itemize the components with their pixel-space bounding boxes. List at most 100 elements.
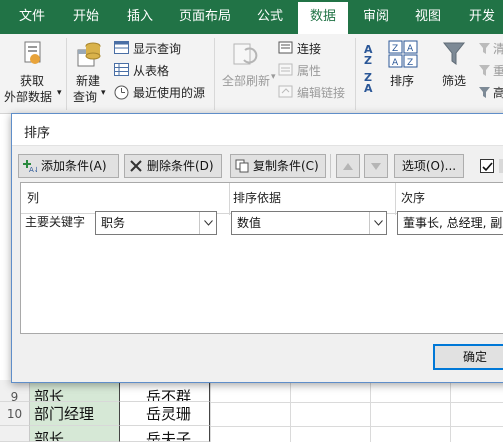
row-header-10[interactable]: 10: [0, 402, 30, 426]
show-queries-button[interactable]: 显示查询: [133, 40, 181, 57]
order-header: 次序: [401, 191, 426, 205]
cell-name[interactable]: 岳夫子: [120, 426, 210, 442]
svg-text:A: A: [392, 58, 399, 68]
toolbar-separator: [330, 154, 331, 178]
filter-button[interactable]: 筛选: [442, 72, 466, 89]
options-label: 选项(O)...: [401, 159, 457, 173]
ok-button[interactable]: 确定: [433, 344, 503, 370]
dialog-title: 排序: [24, 126, 51, 141]
cell-position[interactable]: 部门经理: [30, 402, 120, 426]
tab-insert[interactable]: 插入: [114, 0, 166, 34]
move-up-icon: [343, 163, 353, 170]
advanced-filter-icon: [479, 87, 490, 98]
cell-position[interactable]: 部长: [30, 426, 120, 442]
chevron-down-icon[interactable]: [369, 212, 386, 234]
recent-sources-button[interactable]: 最近使用的源: [133, 84, 205, 101]
svg-text:A: A: [407, 44, 414, 54]
new-query-label-2[interactable]: 查询: [73, 88, 97, 105]
properties-button[interactable]: 属性: [297, 62, 321, 79]
ribbon-separator: [214, 38, 215, 110]
add-level-label: 添加条件(A): [41, 159, 107, 173]
edit-links-icon: [278, 85, 293, 98]
from-table-button[interactable]: 从表格: [133, 62, 169, 79]
checkmark-icon: [482, 162, 493, 172]
get-external-data-label-2[interactable]: 外部数据: [4, 88, 52, 105]
delete-level-button[interactable]: 删除条件(D): [124, 154, 222, 178]
clear-button[interactable]: 清: [493, 40, 503, 57]
order-select[interactable]: 董事长, 总经理, 副总: [397, 211, 503, 235]
order-value: 董事长, 总经理, 副总: [403, 216, 503, 230]
headers-checkbox-label: [499, 159, 503, 173]
sort-column-select[interactable]: 职务: [95, 211, 217, 235]
new-query-icon: [77, 42, 101, 67]
sort-icon: Z A A Z: [388, 40, 418, 68]
svg-text:Z: Z: [407, 58, 413, 68]
column-divider: [229, 183, 230, 215]
cell-name[interactable]: 岳灵珊: [120, 402, 210, 426]
sort-button[interactable]: 排序: [390, 72, 414, 89]
clear-filter-icon: [479, 43, 490, 54]
reapply-button[interactable]: 重: [493, 62, 503, 79]
sort-dialog: 排序 A↓ 添加条件(A) 删除条件(D) 复制条件(C) 选项(O)... 列…: [11, 113, 503, 383]
sort-levels-table: 列 排序依据 次序 主要关键字 职务 数值 董事长, 总经理, 副总: [20, 182, 503, 334]
options-button[interactable]: 选项(O)...: [394, 154, 464, 178]
gridline: [370, 380, 371, 442]
copy-level-button[interactable]: 复制条件(C): [230, 154, 326, 178]
recent-sources-icon: [114, 85, 129, 100]
move-down-button[interactable]: [364, 154, 388, 178]
tab-page-layout[interactable]: 页面布局: [168, 0, 242, 34]
ribbon-separator: [355, 38, 356, 110]
cell-name[interactable]: 岳不群: [120, 380, 210, 402]
add-level-icon: A↓: [23, 160, 37, 173]
dropdown-icon[interactable]: ▾: [57, 88, 62, 98]
ribbon-data: 获取 外部数据 ▾ 新建 查询 ▾ 显示查询 从表格 最近使用的源 全部刷新 ▾…: [0, 34, 503, 114]
tab-formulas[interactable]: 公式: [246, 0, 294, 34]
advanced-button[interactable]: 高: [493, 84, 503, 101]
sort-az-icon[interactable]: AZ: [364, 44, 373, 66]
gridline: [290, 380, 291, 442]
new-query-label-1[interactable]: 新建: [76, 72, 100, 89]
refresh-all-button[interactable]: 全部刷新: [222, 72, 270, 89]
connections-icon: [278, 41, 293, 54]
delete-level-label: 删除条件(D): [147, 159, 214, 173]
get-external-data-label-1[interactable]: 获取: [20, 72, 44, 89]
ribbon-separator: [66, 38, 67, 110]
reapply-icon: [479, 65, 490, 76]
tab-data[interactable]: 数据: [298, 2, 348, 34]
dropdown-icon[interactable]: ▾: [101, 88, 106, 98]
show-queries-icon: [114, 41, 129, 54]
gridline: [210, 426, 503, 427]
column-divider: [395, 183, 396, 215]
excel-window: 文件 开始 插入 页面布局 公式 数据 审阅 视图 开发 获取 外部数据 ▾ 新…: [0, 0, 503, 442]
sort-za-icon[interactable]: ZA: [364, 72, 373, 94]
move-up-button[interactable]: [336, 154, 360, 178]
refresh-all-icon: [233, 43, 258, 65]
ribbon-tab-bar: 文件 开始 插入 页面布局 公式 数据 审阅 视图 开发: [0, 0, 503, 34]
move-down-icon: [371, 163, 381, 170]
from-table-icon: [114, 63, 129, 76]
dropdown-icon[interactable]: ▾: [271, 72, 276, 82]
copy-level-label: 复制条件(C): [253, 159, 319, 173]
tab-developer[interactable]: 开发: [458, 0, 503, 34]
sort-key-label: 主要关键字: [25, 215, 86, 229]
tab-file[interactable]: 文件: [0, 0, 64, 34]
chevron-down-icon[interactable]: [199, 212, 216, 234]
gridline: [210, 402, 503, 403]
cell-position[interactable]: 部长: [30, 380, 120, 402]
tab-review[interactable]: 审阅: [352, 0, 400, 34]
my-data-has-headers-checkbox[interactable]: [480, 159, 494, 173]
worksheet-grid: 9 部长 岳不群 10 部门经理 岳灵珊 部长 岳夫子: [0, 380, 503, 442]
tab-home[interactable]: 开始: [60, 0, 112, 34]
edit-links-button[interactable]: 编辑链接: [297, 84, 345, 101]
svg-text:Z: Z: [392, 44, 398, 54]
sort-on-select[interactable]: 数值: [231, 211, 387, 235]
row-header-11[interactable]: [0, 426, 30, 442]
tab-view[interactable]: 视图: [404, 0, 452, 34]
gridline: [210, 380, 211, 442]
connections-button[interactable]: 连接: [297, 40, 321, 57]
gridline: [450, 380, 451, 442]
dialog-titlebar[interactable]: 排序: [12, 114, 503, 146]
row-header-9[interactable]: 9: [0, 380, 30, 404]
filter-icon: [442, 42, 466, 65]
add-level-button[interactable]: A↓ 添加条件(A): [18, 154, 119, 178]
